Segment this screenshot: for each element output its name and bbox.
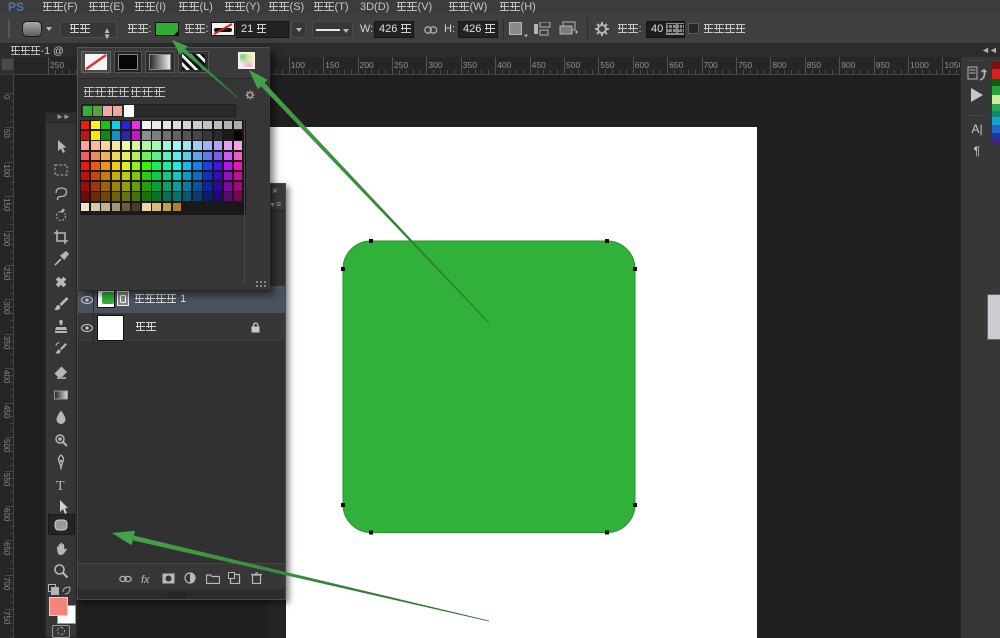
svg-text:T: T bbox=[56, 479, 65, 493]
svg-text:fx: fx bbox=[141, 574, 150, 584]
